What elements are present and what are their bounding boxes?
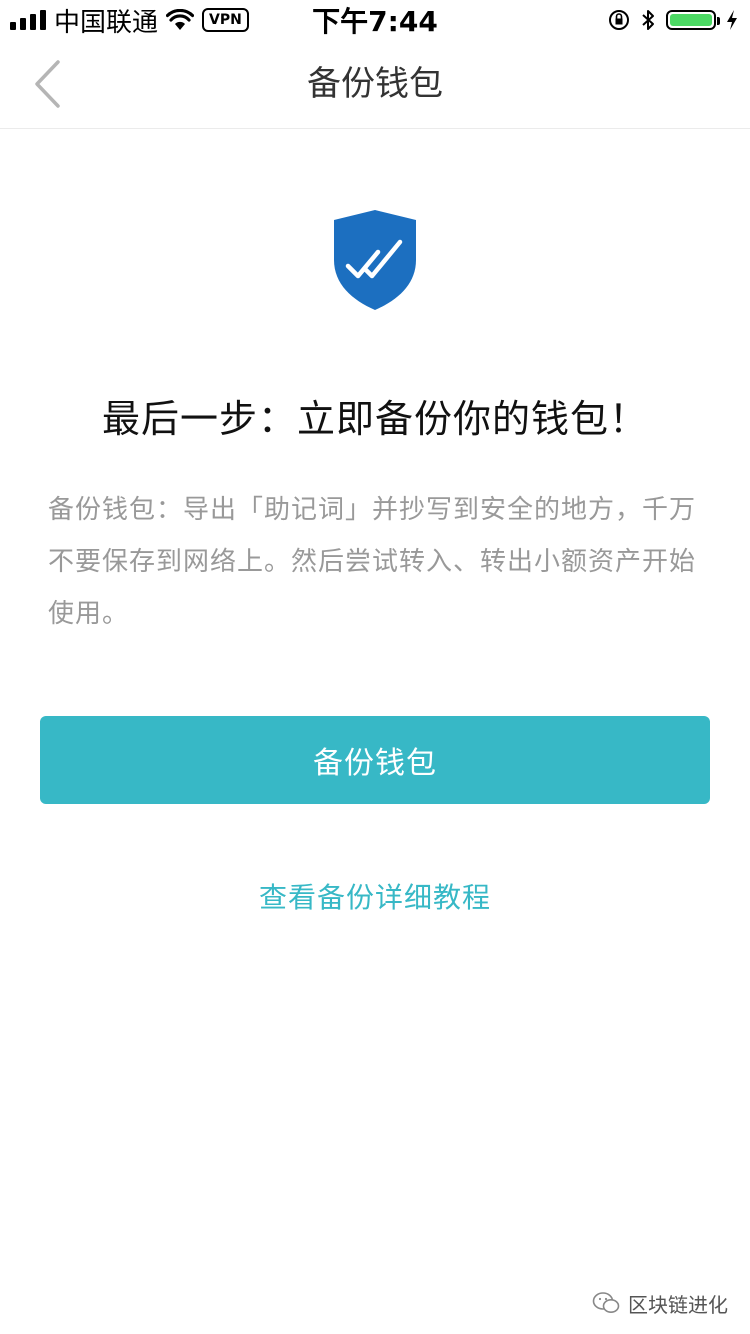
backup-wallet-button[interactable]: 备份钱包 bbox=[40, 716, 710, 804]
shield-check-icon bbox=[330, 208, 420, 312]
status-left: 中国联通 VPN bbox=[0, 2, 249, 39]
nav-bar: 备份钱包 bbox=[0, 40, 750, 129]
status-right bbox=[608, 8, 750, 32]
signal-icon bbox=[10, 10, 46, 30]
wifi-icon bbox=[166, 9, 195, 30]
wechat-icon bbox=[592, 1292, 620, 1313]
vpn-badge: VPN bbox=[202, 8, 249, 32]
battery-icon bbox=[666, 10, 720, 30]
watermark: 区块链进化 bbox=[592, 1288, 728, 1318]
watermark-text: 区块链进化 bbox=[628, 1292, 728, 1317]
headline: 最后一步：立即备份你的钱包！ bbox=[101, 397, 648, 441]
page-title: 备份钱包 bbox=[307, 64, 443, 104]
bluetooth-icon bbox=[642, 10, 654, 30]
battery-level bbox=[670, 14, 712, 26]
backup-tutorial-link[interactable]: 查看备份详细教程 bbox=[0, 876, 750, 916]
status-bar: 中国联通 VPN 下午7:44 bbox=[0, 0, 750, 40]
orientation-lock-icon bbox=[609, 10, 629, 30]
carrier-name: 中国联通 bbox=[54, 7, 159, 38]
charging-icon bbox=[727, 10, 737, 30]
description-text: 备份钱包：导出「助记词」并抄写到安全的地方，千万不要保存到网络上。然后尝试转入、… bbox=[48, 495, 697, 629]
